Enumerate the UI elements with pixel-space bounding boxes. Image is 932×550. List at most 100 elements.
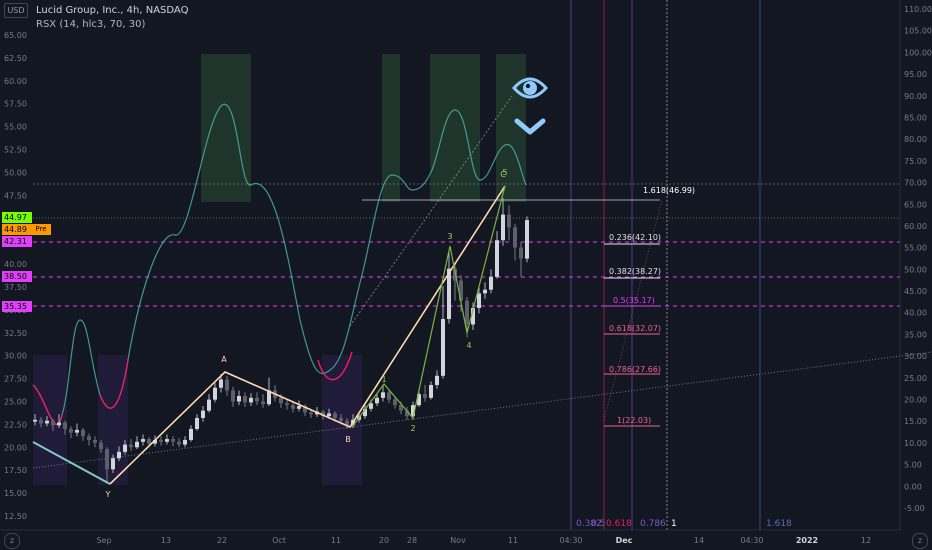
candle-body bbox=[117, 451, 121, 459]
fib-level-label: 0.786(27.66) bbox=[609, 365, 661, 374]
time-axis-label: Dec bbox=[616, 536, 633, 545]
candle-body bbox=[243, 395, 247, 403]
candle-body bbox=[441, 319, 445, 376]
candle-body bbox=[285, 403, 289, 406]
price-tag: 35.35 bbox=[2, 301, 32, 312]
right-axis-tick: 35.00 bbox=[904, 330, 927, 339]
candle-body bbox=[249, 397, 253, 403]
indicator-legend: RSX (14, hlc3, 70, 30) bbox=[36, 19, 146, 30]
candle-body bbox=[195, 417, 199, 429]
candle-body bbox=[477, 293, 481, 309]
right-axis-tick: 40.00 bbox=[904, 309, 927, 318]
candle-body bbox=[165, 439, 169, 442]
time-axis-label: 04:30 bbox=[740, 536, 763, 545]
right-axis-tick: 10.00 bbox=[904, 439, 927, 448]
candle-body bbox=[81, 429, 85, 437]
left-axis-tick: 65.00 bbox=[4, 31, 27, 40]
abc-wave-label: A bbox=[221, 355, 227, 364]
fib-level-label: 0.618(32.07) bbox=[609, 324, 661, 333]
left-axis-tick: 55.00 bbox=[4, 123, 27, 132]
right-axis-tick: 90.00 bbox=[904, 92, 927, 101]
fib-time-label: 1 bbox=[671, 519, 677, 529]
time-axis-label: 11 bbox=[331, 536, 341, 545]
candle-body bbox=[483, 289, 487, 294]
right-axis-tick: 80.00 bbox=[904, 135, 927, 144]
candle-body bbox=[87, 436, 91, 440]
zoom-left-icon[interactable]: z bbox=[4, 533, 20, 549]
candle-body bbox=[189, 428, 193, 440]
candle-body bbox=[75, 429, 79, 433]
time-axis-label: 14 bbox=[694, 536, 704, 545]
price-chart[interactable]: 65.00 62.50 60.00 57.50 55.00 52.50 50.00 47.50… bbox=[0, 0, 932, 550]
candle-body bbox=[93, 439, 97, 443]
candle-body bbox=[375, 397, 379, 404]
candle-body bbox=[129, 444, 133, 448]
candle-body bbox=[225, 379, 229, 391]
candle-body bbox=[57, 422, 61, 426]
candle-body bbox=[33, 419, 37, 422]
fib-time-label: 1.618 bbox=[766, 519, 792, 529]
time-axis-label: 04:30 bbox=[559, 536, 582, 545]
right-axis-tick: 25.00 bbox=[904, 374, 927, 383]
fib-level-label: 0.236(42.10) bbox=[609, 233, 661, 242]
zoom-right-icon[interactable]: z bbox=[912, 533, 928, 549]
fib-level-label: 1(22.03) bbox=[617, 416, 651, 425]
time-axis: Sep 13 22 Oct 11 20 28 Nov 11 04:30 Dec 14 04:30 2022… bbox=[96, 536, 871, 545]
candle-body bbox=[291, 405, 295, 409]
candle-body bbox=[333, 413, 337, 418]
candle-body bbox=[525, 220, 529, 259]
left-axis-tick: 47.50 bbox=[4, 191, 27, 200]
left-axis-tick: 12.50 bbox=[4, 512, 27, 521]
right-axis-tick: 100.00 bbox=[904, 48, 932, 57]
abc-wave-line bbox=[109, 185, 506, 485]
candle-body bbox=[123, 444, 127, 452]
fib-time-lines bbox=[570, 0, 761, 530]
right-axis-tick: -5.00 bbox=[904, 504, 925, 513]
eye-icon bbox=[512, 77, 548, 99]
candle-body bbox=[171, 439, 175, 442]
candle-body bbox=[465, 300, 469, 325]
left-axis-tick: 50.00 bbox=[4, 168, 27, 177]
right-axis-tick: 50.00 bbox=[904, 265, 927, 274]
fib-level-label: 0.382(38.27) bbox=[609, 267, 661, 276]
price-tag: 38.50 bbox=[2, 271, 32, 282]
trend-lines bbox=[32, 95, 932, 469]
right-axis-tick: 95.00 bbox=[904, 70, 927, 79]
fib-level-label: 0.5(35.17) bbox=[613, 296, 655, 305]
currency-badge[interactable]: USD bbox=[4, 3, 28, 18]
left-axis-tick: 20.00 bbox=[4, 443, 27, 452]
time-axis-label: 13 bbox=[161, 536, 171, 545]
fib-level-label: 1.618(46.99) bbox=[643, 186, 695, 195]
right-axis-tick: 60.00 bbox=[904, 222, 927, 231]
candle-body bbox=[237, 395, 241, 402]
price-tag: 44.89 bbox=[2, 224, 32, 235]
candle-body bbox=[255, 397, 259, 402]
abc-wave-label: B bbox=[345, 435, 351, 444]
right-axis-tick: 105.00 bbox=[904, 27, 932, 36]
candle-body bbox=[261, 401, 265, 405]
left-axis-tick: 17.50 bbox=[4, 466, 27, 475]
candle-body bbox=[489, 276, 493, 290]
abc-wave-label: Y bbox=[105, 490, 111, 499]
left-axis-tick: 37.50 bbox=[4, 283, 27, 292]
left-axis-tick: 57.50 bbox=[4, 100, 27, 109]
candle-body bbox=[147, 439, 151, 444]
left-axis-tick: 40.00 bbox=[4, 260, 27, 269]
right-axis-tick: 110.00 bbox=[904, 5, 932, 14]
candle-body bbox=[183, 439, 187, 445]
right-axis-tick: 20.00 bbox=[904, 396, 927, 405]
left-axis-tick: 52.50 bbox=[4, 146, 27, 155]
right-axis-tick: 30.00 bbox=[904, 352, 927, 361]
candle-body bbox=[387, 392, 391, 400]
time-axis-label: Nov bbox=[450, 536, 466, 545]
candle-body bbox=[231, 390, 235, 402]
candle-body bbox=[279, 397, 283, 404]
rsx-low-segments bbox=[32, 351, 353, 426]
right-axis-tick: 15.00 bbox=[904, 417, 927, 426]
fib-time-label: 0.5 bbox=[591, 519, 605, 529]
impulse-wave-label: 2 bbox=[410, 424, 415, 433]
candle-body bbox=[297, 406, 301, 409]
right-price-axis: 110.00 105.00 100.00 95.00 90.00 85.00 80.00 75… bbox=[904, 5, 932, 513]
left-axis-tick: 62.50 bbox=[4, 54, 27, 63]
candle-body bbox=[339, 417, 343, 421]
